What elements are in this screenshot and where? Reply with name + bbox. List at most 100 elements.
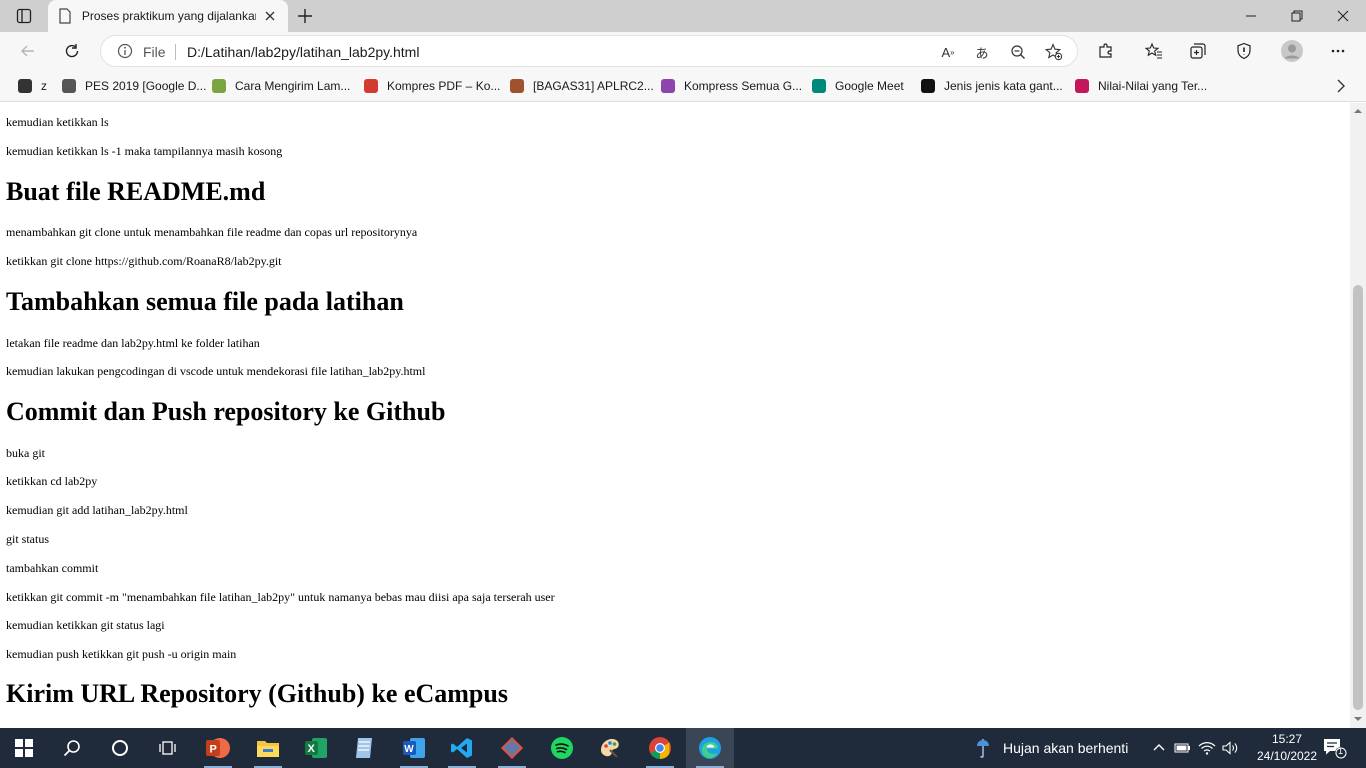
- favorite-item[interactable]: Kompress Semua G...: [661, 76, 802, 96]
- favicon-icon: [921, 79, 935, 93]
- tab-actions-button[interactable]: [8, 4, 40, 28]
- favorite-label: PES 2019 [Google D...: [85, 79, 207, 93]
- cortana-button[interactable]: [96, 728, 144, 768]
- chevron-up-icon[interactable]: [1150, 739, 1168, 757]
- favicon-icon: [510, 79, 524, 93]
- chrome-app[interactable]: [636, 728, 684, 768]
- excel-app[interactable]: X: [292, 728, 340, 768]
- zoom-out-icon[interactable]: [1009, 43, 1027, 61]
- tab-bar: Proses praktikum yang dijalankan: [0, 0, 1366, 32]
- favorite-item[interactable]: Kompres PDF – Ko...: [364, 76, 500, 96]
- scroll-thumb[interactable]: [1353, 285, 1363, 710]
- favicon-icon: [1075, 79, 1089, 93]
- favorite-item[interactable]: Nilai-Nilai yang Ter...: [1075, 76, 1207, 96]
- volume-icon[interactable]: [1222, 739, 1240, 757]
- read-aloud-icon[interactable]: A»: [939, 43, 957, 61]
- favicon-icon: [364, 79, 378, 93]
- section-heading: Commit dan Push repository ke Github: [6, 397, 446, 426]
- favorite-item[interactable]: PES 2019 [Google D...: [62, 76, 206, 96]
- powerpoint-app[interactable]: P: [194, 728, 242, 768]
- puzzle-icon: [1099, 43, 1112, 58]
- chevron-right-icon[interactable]: [1332, 77, 1350, 95]
- browser-essentials-button[interactable]: [1230, 37, 1258, 65]
- vscode-app[interactable]: [438, 728, 486, 768]
- new-tab-button[interactable]: [292, 4, 318, 28]
- edge-app[interactable]: [686, 728, 734, 768]
- notepad-app[interactable]: [340, 728, 388, 768]
- minimize-button[interactable]: [1228, 0, 1274, 32]
- close-icon: [1337, 10, 1349, 22]
- close-window-button[interactable]: [1320, 0, 1366, 32]
- section-heading: Buat file README.md: [6, 177, 266, 206]
- search-button[interactable]: [48, 728, 96, 768]
- settings-menu-button[interactable]: [1324, 37, 1352, 65]
- svg-text:W: W: [404, 744, 414, 755]
- favorite-label: Jenis jenis kata gant...: [944, 79, 1063, 93]
- shield-icon: [1237, 42, 1251, 60]
- scroll-up-icon[interactable]: [1354, 107, 1362, 115]
- favorite-label: Cara Mengirim Lam...: [235, 79, 351, 93]
- chrome-icon: [649, 737, 671, 759]
- back-button[interactable]: [14, 37, 42, 65]
- scroll-down-icon[interactable]: [1354, 715, 1362, 723]
- paragraph: kemudian push ketikkan git push -u origi…: [6, 647, 237, 661]
- start-button[interactable]: [0, 728, 48, 768]
- notification-center-button[interactable]: 1: [1322, 736, 1348, 760]
- address-bar[interactable]: File D:/Latihan/lab2py/latihan_lab2py.ht…: [100, 35, 1078, 67]
- chevron-up-glyph: [1153, 744, 1165, 751]
- paint-app[interactable]: [586, 728, 634, 768]
- tab-title: Proses praktikum yang dijalankan: [81, 9, 257, 23]
- translate-icon[interactable]: あ: [973, 43, 991, 61]
- restore-button[interactable]: [1274, 0, 1320, 32]
- paragraph: kemudian ketikkan ls: [6, 115, 109, 129]
- task-view-button[interactable]: [144, 728, 192, 768]
- folder-icon: [257, 741, 279, 757]
- collections-button[interactable]: [1184, 37, 1212, 65]
- favorite-label: Kompres PDF – Ko...: [387, 79, 501, 93]
- git-app[interactable]: [488, 728, 536, 768]
- wifi-icon[interactable]: [1198, 739, 1216, 757]
- paragraph: letakan file readme dan lab2py.html ke f…: [6, 336, 260, 350]
- browser-tab[interactable]: Proses praktikum yang dijalankan: [48, 0, 288, 32]
- vertical-scrollbar[interactable]: [1350, 103, 1366, 728]
- paragraph: ketikkan git clone https://github.com/Ro…: [6, 254, 282, 268]
- clock-time: 15:27: [1271, 732, 1303, 746]
- favorite-item[interactable]: Cara Mengirim Lam...: [212, 76, 350, 96]
- favorite-item[interactable]: Jenis jenis kata gant...: [921, 76, 1063, 96]
- favorite-item[interactable]: z: [18, 76, 47, 96]
- wifi-glyph: [1198, 742, 1216, 755]
- address-url[interactable]: D:/Latihan/lab2py/latihan_lab2py.html: [187, 44, 419, 60]
- task-view-icon: [159, 741, 176, 755]
- paragraph: buka git: [6, 446, 45, 460]
- battery-icon[interactable]: [1174, 739, 1192, 757]
- extensions-button[interactable]: [1092, 37, 1120, 65]
- favorite-label: Google Meet: [835, 79, 904, 93]
- plus-icon: [298, 9, 312, 23]
- favicon-icon: [62, 79, 76, 93]
- spotify-app[interactable]: [538, 728, 586, 768]
- favicon-icon: [212, 79, 226, 93]
- notification-icon: [1324, 739, 1347, 759]
- favorite-item[interactable]: Google Meet: [812, 76, 904, 96]
- paragraph: kemudian lakukan pengcodingan di vscode …: [6, 364, 426, 378]
- edge-icon: [699, 737, 721, 759]
- back-arrow-icon: [21, 45, 34, 57]
- clock-date: 24/10/2022: [1256, 749, 1318, 763]
- file-explorer-app[interactable]: [244, 728, 292, 768]
- profile-button[interactable]: [1278, 37, 1306, 65]
- address-divider: [175, 44, 176, 60]
- word-app[interactable]: W: [390, 728, 438, 768]
- favorite-item[interactable]: [BAGAS31] APLRC2...: [510, 76, 654, 96]
- favorites-button[interactable]: [1140, 37, 1168, 65]
- close-tab-button[interactable]: [262, 8, 278, 24]
- refresh-button[interactable]: [58, 37, 86, 65]
- battery-glyph: [1174, 743, 1190, 753]
- info-icon: [117, 43, 133, 59]
- more-icon: [1331, 49, 1345, 53]
- system-clock[interactable]: 15:27 24/10/2022: [1254, 731, 1320, 765]
- add-favorite-icon[interactable]: [1045, 43, 1063, 61]
- weather-text[interactable]: Hujan akan berhenti: [1003, 728, 1128, 768]
- minimize-icon: [1246, 15, 1256, 17]
- cortana-icon: [112, 740, 128, 756]
- section-heading: Tambahkan semua file pada latihan: [6, 287, 404, 316]
